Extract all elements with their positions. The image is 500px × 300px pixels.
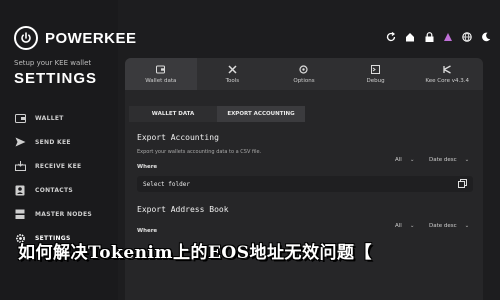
sidebar-item-receive-kee[interactable]: RECEIVE KEE: [14, 154, 92, 178]
sidebar-item-label: MASTER NODES: [35, 210, 92, 218]
lock-icon[interactable]: [423, 31, 435, 43]
refresh-icon[interactable]: [385, 31, 397, 43]
sort-value: Date desc: [429, 157, 457, 163]
tab-tools[interactable]: Tools: [197, 58, 269, 90]
filter-value: All: [395, 157, 402, 163]
main-panel: Wallet data Tools Options Debug Kee Core…: [125, 58, 483, 300]
power-logo-icon: [14, 26, 38, 50]
tab-options[interactable]: Options: [268, 58, 340, 90]
sidebar-item-send-kee[interactable]: SEND KEE: [14, 130, 92, 154]
sidebar-item-label: RECEIVE KEE: [35, 162, 82, 170]
tools-icon: [228, 64, 237, 75]
sort-dropdown[interactable]: Date desc ⌄: [429, 223, 469, 229]
overlay-caption: 如何解决Tokenim上的EOS地址无效问题【: [18, 243, 372, 263]
select-folder-label: Select folder: [143, 180, 190, 188]
tab-label: Kee Core v4.3.4: [425, 77, 469, 84]
filter-dropdown[interactable]: All ⌄: [395, 157, 414, 163]
sidebar-item-label: WALLET: [35, 114, 64, 122]
sidebar-item-label: CONTACTS: [35, 186, 74, 194]
brand-name: POWERKEE: [45, 29, 137, 47]
contacts-icon: [14, 184, 26, 196]
export-accounting-title: Export Accounting: [137, 133, 219, 142]
chevron-down-icon: ⌄: [464, 157, 470, 163]
kee-core-icon: [443, 64, 452, 75]
send-icon: [14, 136, 26, 148]
where-label: Where: [137, 228, 158, 234]
chevron-down-icon: ⌄: [409, 223, 415, 229]
home-icon[interactable]: [404, 31, 416, 43]
tab-label: Options: [293, 77, 315, 84]
chevron-down-icon: ⌄: [464, 223, 470, 229]
tab-bar: Wallet data Tools Options Debug Kee Core…: [125, 58, 483, 90]
tab-debug[interactable]: Debug: [340, 58, 412, 90]
subtab-bar: WALLET DATA EXPORT ACCOUNTING: [129, 106, 305, 122]
sidebar-item-master-nodes[interactable]: MASTER NODES: [14, 202, 92, 226]
tab-label: Tools: [225, 77, 240, 84]
sort-dropdown[interactable]: Date desc ⌄: [429, 157, 469, 163]
sort-value: Date desc: [429, 223, 457, 229]
export-address-book-title: Export Address Book: [137, 205, 229, 214]
brand: POWERKEE: [14, 26, 137, 50]
select-folder-button[interactable]: Select folder: [137, 176, 473, 192]
wallet-data-icon: [156, 65, 166, 75]
chevron-down-icon: ⌄: [409, 157, 415, 163]
tab-kee-core[interactable]: Kee Core v4.3.4: [411, 58, 483, 90]
copy-icon: [458, 179, 467, 190]
debug-icon: [371, 64, 381, 75]
options-icon: [299, 64, 309, 75]
page-title: SETTINGS: [14, 70, 98, 87]
filter-value: All: [395, 223, 402, 229]
sidebar-nav: WALLET SEND KEE RECEIVE KEE CONTACTS MAS…: [14, 106, 92, 250]
export-accounting-description: Export your wallets accounting data to a…: [137, 149, 262, 155]
tab-wallet-data[interactable]: Wallet data: [125, 58, 197, 90]
subtab-export-accounting[interactable]: EXPORT ACCOUNTING: [217, 106, 305, 122]
globe-icon[interactable]: [461, 31, 473, 43]
sidebar-subtitle: Setup your KEE wallet: [14, 59, 92, 67]
sidebar-item-contacts[interactable]: CONTACTS: [14, 178, 92, 202]
network-icon[interactable]: [442, 31, 454, 43]
receive-icon: [14, 160, 26, 172]
sidebar-item-label: SEND KEE: [35, 138, 71, 146]
sidebar-item-wallet[interactable]: WALLET: [14, 106, 92, 130]
where-label: Where: [137, 164, 158, 170]
wallet-icon: [14, 112, 26, 124]
master-nodes-icon: [14, 208, 26, 220]
tab-label: Debug: [366, 77, 385, 84]
subtab-wallet-data[interactable]: WALLET DATA: [129, 106, 217, 122]
filter-dropdown[interactable]: All ⌄: [395, 223, 414, 229]
tab-label: Wallet data: [145, 77, 177, 84]
topbar-icons: [385, 31, 492, 43]
moon-icon[interactable]: [480, 31, 492, 43]
